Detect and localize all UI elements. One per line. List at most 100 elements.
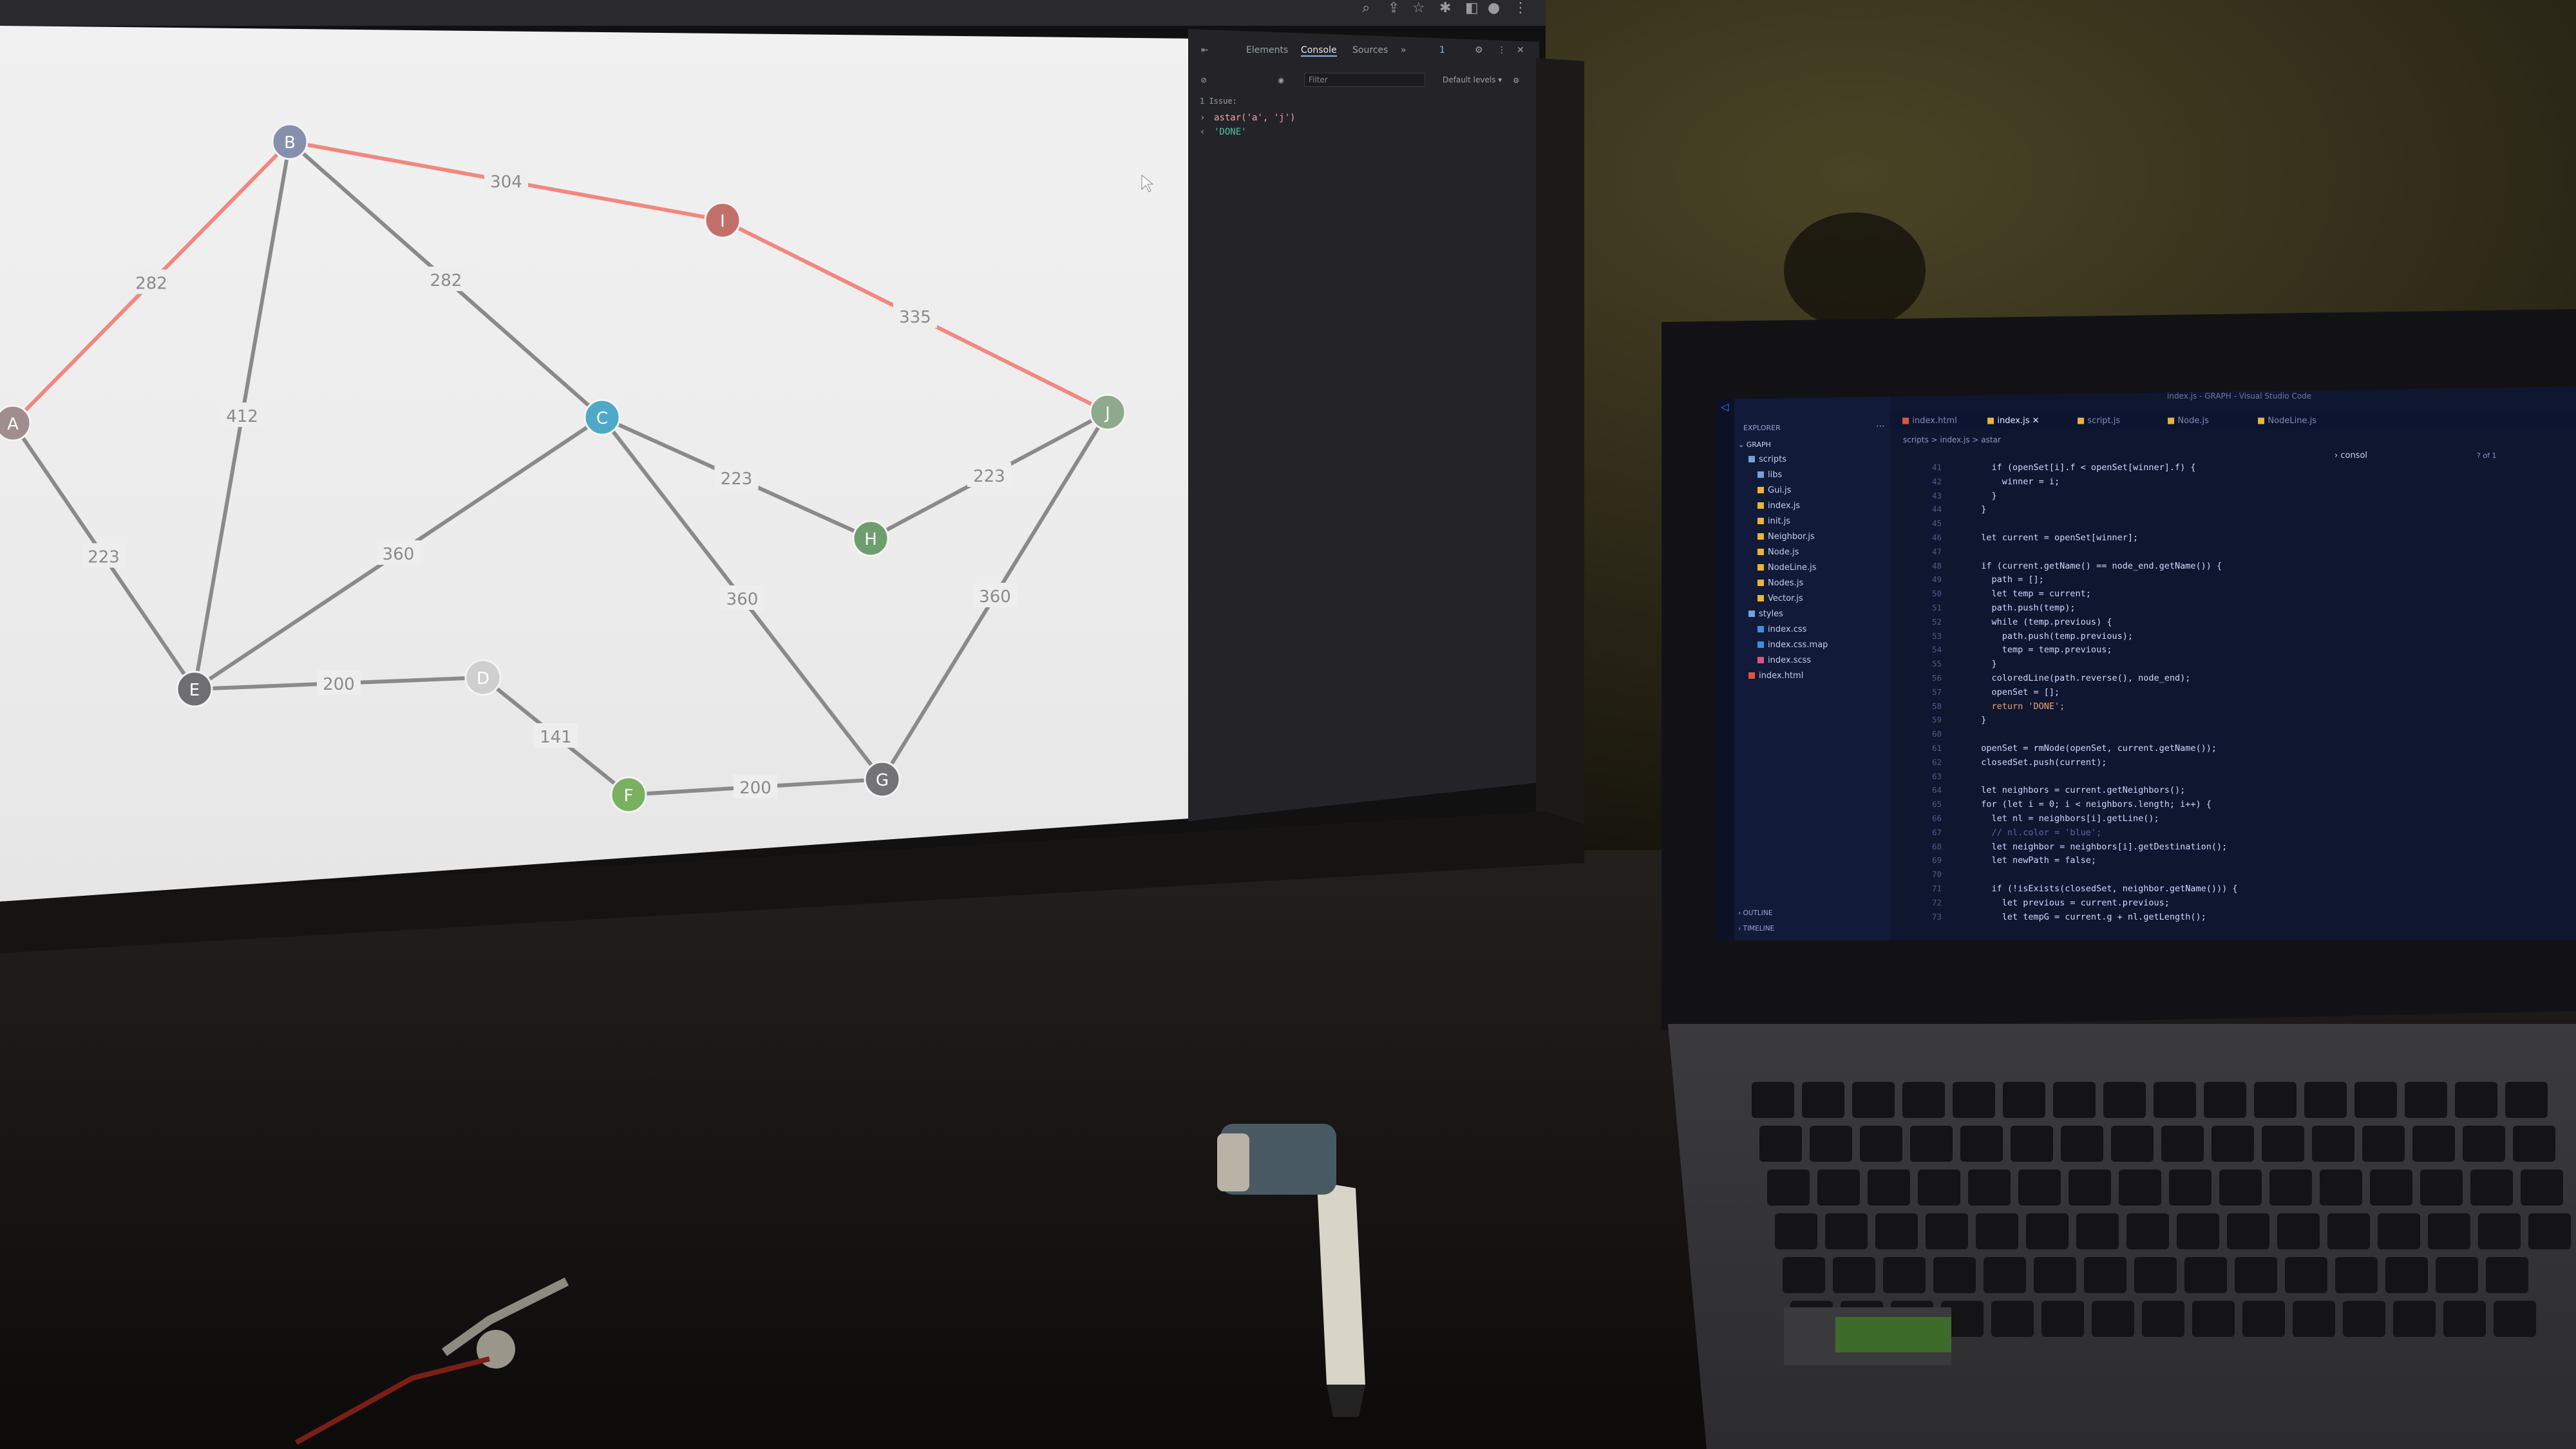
editor-tab[interactable]: ■ index.html: [1902, 416, 1957, 426]
root-folder[interactable]: ⌄ GRAPH: [1738, 440, 1771, 449]
keyboard-key: [2161, 1126, 2204, 1162]
keyboard-key: [2103, 1082, 2146, 1118]
breadcrumb[interactable]: scripts > index.js > astar: [1903, 435, 2001, 444]
editor-tab[interactable]: ■ index.js ✕: [1987, 416, 2040, 426]
code-line: // nl.color = 'blue';: [1971, 827, 2102, 838]
line-number: 65: [1931, 799, 1942, 810]
line-number: 67: [1931, 827, 1942, 837]
editor-tab[interactable]: ■ Node.js: [2167, 416, 2209, 426]
code-line: let current = openSet[winner];: [1971, 533, 2139, 543]
tree-file[interactable]: Neighbor.js: [1757, 532, 1815, 542]
find-input[interactable]: consol: [2340, 451, 2367, 460]
tree-file[interactable]: init.js: [1757, 516, 1790, 526]
keyboard-key: [2053, 1082, 2096, 1118]
keyboard-key: [2362, 1126, 2405, 1162]
code-line: if (openSet[i].f < openSet[winner].f) {: [1971, 462, 2196, 473]
line-number: 49: [1931, 574, 1942, 585]
keyboard-key: [2211, 1126, 2254, 1162]
line-number: 50: [1931, 589, 1942, 599]
keyboard-key: [2505, 1082, 2548, 1118]
keyboard-key: [2119, 1170, 2161, 1206]
keyboard-key: [2076, 1213, 2119, 1249]
keyboard-key: [2443, 1301, 2486, 1337]
tree-file[interactable]: index.html: [1748, 671, 1803, 681]
find-widget[interactable]: › consol? of 1: [2334, 451, 2496, 460]
keyboard-key: [1941, 1301, 1984, 1337]
code-line: }: [1971, 490, 1997, 501]
explorer-label: EXPLORER: [1743, 424, 1781, 432]
keyboard-key: [1933, 1257, 1976, 1293]
editor-tab-label: script.js: [2087, 416, 2121, 426]
editor-tab[interactable]: ■ NodeLine.js: [2257, 416, 2316, 426]
code-line: path.push(temp.previous);: [1971, 630, 2133, 641]
keyboard-key: [2455, 1082, 2497, 1118]
code-line: }: [1971, 659, 1997, 670]
keyboard-key: [2393, 1301, 2436, 1337]
tree-file[interactable]: index.css.map: [1757, 640, 1828, 650]
explorer-more-icon[interactable]: ⋯: [1876, 421, 1885, 431]
code-line: return 'DONE';: [1971, 701, 2065, 712]
line-number: 58: [1931, 701, 1942, 711]
tree-file[interactable]: Nodes.js: [1757, 578, 1803, 588]
keyboard-key: [2312, 1126, 2354, 1162]
line-number: 59: [1931, 715, 1942, 725]
keyboard-key: [2412, 1126, 2455, 1162]
keyboard-key: [2277, 1213, 2320, 1249]
close-tab-icon[interactable]: ✕: [2030, 416, 2040, 426]
tree-item-label: Vector.js: [1768, 594, 1803, 603]
keyboard-key: [1868, 1170, 1910, 1206]
keyboard-key: [2335, 1257, 2378, 1293]
tree-file[interactable]: Node.js: [1757, 547, 1799, 557]
js-file-icon: [1757, 564, 1764, 571]
tree-file[interactable]: index.css: [1757, 625, 1806, 634]
keyboard-key: [2134, 1257, 2177, 1293]
code-line: }: [1971, 715, 1987, 726]
outline-section[interactable]: › OUTLINE: [1738, 909, 1772, 917]
keyboard-key: [2092, 1301, 2134, 1337]
keyboard-key: [1759, 1126, 1802, 1162]
activity-bar: ◁: [1716, 386, 1734, 940]
keyboard-key: [1841, 1301, 1883, 1337]
html-file-icon: [1748, 672, 1755, 679]
code-line: coloredLine(path.reverse(), node_end);: [1971, 673, 2191, 683]
keyboard-key: [1852, 1082, 1895, 1118]
tree-file[interactable]: index.js: [1757, 501, 1800, 511]
keyboard-key: [1910, 1126, 1953, 1162]
code-line: closedSet.push(current);: [1971, 757, 2107, 768]
line-number: 43: [1931, 490, 1942, 500]
keyboard-key: [2169, 1170, 2211, 1206]
js-file-icon: [1757, 580, 1764, 586]
keyboard-key: [2011, 1126, 2053, 1162]
keyboard-key: [1984, 1257, 2026, 1293]
keyboard-key: [2142, 1301, 2184, 1337]
keyboard-key: [2327, 1213, 2370, 1249]
keyboard-key: [2192, 1301, 2235, 1337]
keyboard-key: [2026, 1213, 2069, 1249]
timeline-section[interactable]: › TIMELINE: [1738, 925, 1774, 933]
tree-file[interactable]: Vector.js: [1757, 594, 1803, 603]
tree-folder[interactable]: scripts: [1748, 455, 1786, 464]
code-line: let tempG = current.g + nl.getLength();: [1971, 911, 2206, 922]
scss-file-icon: [1757, 657, 1764, 663]
line-number: 47: [1931, 546, 1942, 556]
code-line: temp = temp.previous;: [1971, 645, 2112, 656]
keyboard-key: [2513, 1126, 2555, 1162]
code-line: for (let i = 0; i < neighbors.length; i+…: [1971, 799, 2211, 810]
tree-item-label: styles: [1759, 609, 1783, 619]
tree-file[interactable]: index.scss: [1757, 656, 1811, 665]
tree-folder[interactable]: libs: [1757, 470, 1782, 480]
line-number: 52: [1931, 616, 1942, 627]
tree-item-label: Nodes.js: [1768, 578, 1804, 588]
code-line: path.push(temp);: [1971, 603, 2076, 613]
tree-folder[interactable]: styles: [1748, 609, 1783, 619]
keyboard-key: [2370, 1170, 2412, 1206]
tree-file[interactable]: Gui.js: [1757, 486, 1791, 495]
keyboard-key: [2254, 1082, 2297, 1118]
tree-file[interactable]: NodeLine.js: [1757, 563, 1817, 573]
keyboard-key: [2420, 1170, 2463, 1206]
keyboard-key: [2003, 1082, 2045, 1118]
editor-tab[interactable]: ■ script.js: [2077, 416, 2120, 426]
code-line: let temp = current;: [1971, 589, 2091, 600]
keyboard-key: [2343, 1301, 2385, 1337]
tree-item-label: Neighbor.js: [1768, 532, 1815, 542]
